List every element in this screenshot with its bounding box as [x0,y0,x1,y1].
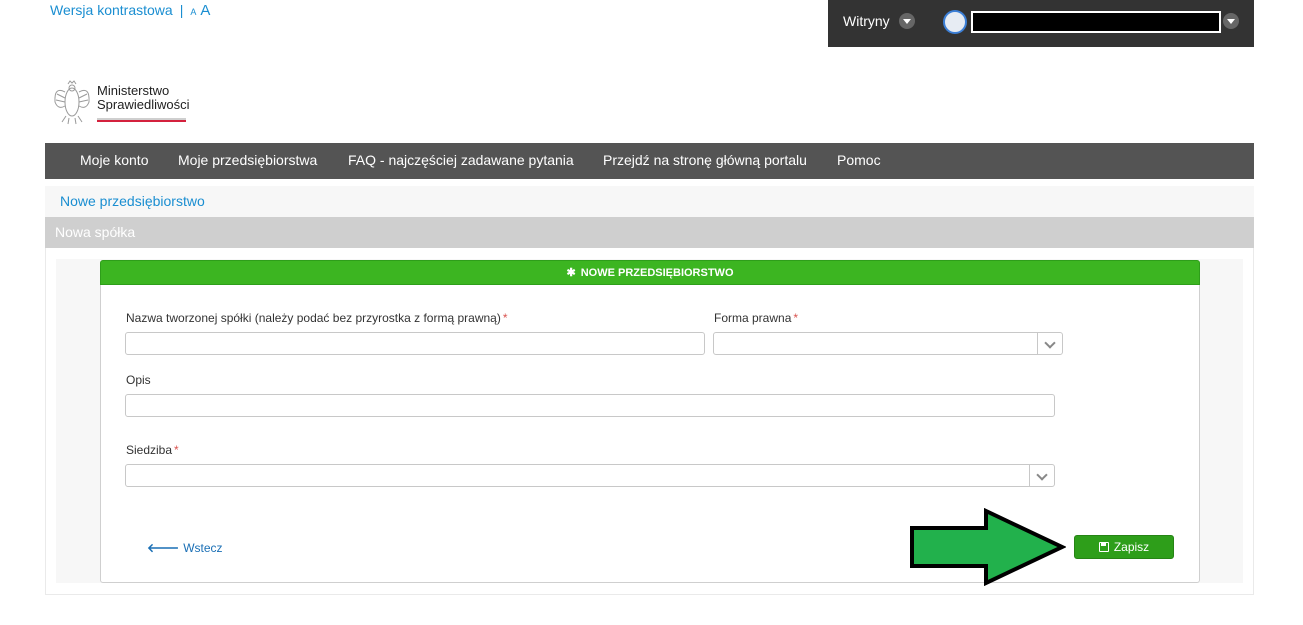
logo-line-1: Ministerstwo [97,83,170,98]
logo-flag-stripe [97,118,186,122]
panel-title: Nowa spółka [55,224,136,240]
ministry-logo-text: Ministerstwo Sprawiedliwości [97,84,189,112]
font-size-small-link[interactable]: A [190,7,196,17]
breadcrumb-bar [45,186,1254,217]
company-name-label-text: Nazwa tworzonej spółki (należy podać bez… [126,311,501,325]
nav-item-portal-home[interactable]: Przejdź na stronę główną portalu [603,152,807,168]
legal-form-label: Forma prawna * [714,311,798,325]
nav-item-faq[interactable]: FAQ - najczęściej zadawane pytania [348,152,574,168]
description-input[interactable] [125,394,1055,417]
user-bar: Witryny [828,0,1254,47]
chevron-down-icon[interactable] [1029,465,1054,486]
required-mark: * [793,311,799,325]
save-label: Zapisz [1113,540,1150,554]
arrow-left-icon: 🡐 [147,541,180,555]
sites-menu-label[interactable]: Witryny [843,13,890,29]
asterisk-icon: ✱ [566,267,576,279]
back-link[interactable]: 🡐 Wstecz [147,540,223,555]
required-mark: * [174,443,179,457]
separator: | [179,2,184,18]
floppy-disk-icon [1098,542,1109,552]
seat-select[interactable] [125,464,1055,487]
user-dropdown-icon[interactable] [1223,13,1239,29]
breadcrumb[interactable]: Nowe przedsiębiorstwo [60,193,205,209]
company-name-label: Nazwa tworzonej spółki (należy podać bez… [126,311,508,325]
annotation-arrow-icon [910,508,1066,586]
nav-item-help[interactable]: Pomoc [837,152,881,168]
accessibility-links: Wersja kontrastowa | A A [50,2,210,19]
description-label: Opis [126,373,151,387]
legal-form-label-text: Forma prawna [714,311,792,325]
company-name-input[interactable] [125,332,705,355]
back-label: Wstecz [183,541,223,555]
legal-form-select[interactable] [713,332,1063,355]
nav-item-my-companies[interactable]: Moje przedsiębiorstwa [178,152,317,168]
chevron-down-icon[interactable] [1037,333,1062,354]
seat-label: Siedziba * [126,443,179,457]
sites-dropdown-icon[interactable] [899,13,915,29]
redacted-username [971,11,1221,33]
main-navigation: Moje konto Moje przedsiębiorstwa FAQ - n… [45,143,1254,179]
panel-header [45,217,1254,248]
font-size-large-link[interactable]: A [200,2,210,19]
save-button[interactable]: Zapisz [1074,535,1174,559]
form-card-title: NOWE PRZEDSIĘBIORSTWO [580,267,734,279]
logo-line-2: Sprawiedliwości [97,97,190,112]
contrast-version-link[interactable]: Wersja kontrastowa [50,2,173,18]
seat-label-text: Siedziba [126,443,173,457]
required-mark: * [502,311,508,325]
nav-item-my-account[interactable]: Moje konto [80,152,148,168]
user-avatar[interactable] [943,10,967,34]
form-card-header: ✱ NOWE PRZEDSIĘBIORSTWO [100,260,1200,285]
